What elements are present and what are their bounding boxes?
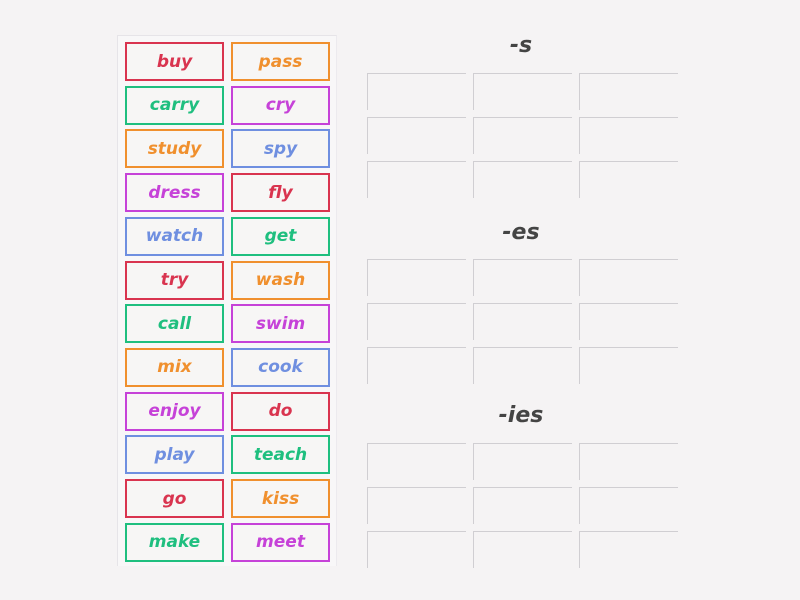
drop-slot[interactable] xyxy=(367,259,466,296)
drop-slot[interactable] xyxy=(473,443,572,480)
word-tile-carry[interactable]: carry xyxy=(125,85,224,125)
word-tile-watch[interactable]: watch xyxy=(125,216,224,256)
drop-slot[interactable] xyxy=(579,117,678,154)
drop-slot[interactable] xyxy=(473,487,572,524)
drop-slot[interactable] xyxy=(579,347,678,384)
drop-slot[interactable] xyxy=(473,161,572,198)
drop-slot[interactable] xyxy=(473,347,572,384)
drop-slot[interactable] xyxy=(579,259,678,296)
word-tile-try[interactable]: try xyxy=(125,260,224,300)
drop-slot[interactable] xyxy=(579,303,678,340)
drop-slot[interactable] xyxy=(367,443,466,480)
group-title: -ies xyxy=(498,403,544,428)
word-tile-buy[interactable]: buy xyxy=(125,42,224,81)
word-tile-cry[interactable]: cry xyxy=(231,85,330,125)
word-tile-spy[interactable]: spy xyxy=(231,129,330,169)
drop-slot[interactable] xyxy=(367,73,466,110)
drop-slot[interactable] xyxy=(367,531,466,568)
drop-slot[interactable] xyxy=(367,487,466,524)
group-title: -s xyxy=(509,33,533,58)
word-tile-wash[interactable]: wash xyxy=(231,260,330,300)
word-tile-dress[interactable]: dress xyxy=(125,173,224,213)
drop-slot[interactable] xyxy=(473,303,572,340)
word-tile-meet[interactable]: meet xyxy=(231,522,330,562)
drop-slot[interactable] xyxy=(473,73,572,110)
word-tile-call[interactable]: call xyxy=(125,304,224,344)
word-tile-do[interactable]: do xyxy=(231,391,330,431)
word-tile-swim[interactable]: swim xyxy=(231,304,330,344)
word-tile-play[interactable]: play xyxy=(125,435,224,475)
drop-slot[interactable] xyxy=(367,347,466,384)
word-tile-cook[interactable]: cook xyxy=(231,347,330,387)
group-title: -es xyxy=(502,220,540,245)
word-tile-fly[interactable]: fly xyxy=(231,173,330,213)
drop-slot[interactable] xyxy=(473,117,572,154)
word-tile-mix[interactable]: mix xyxy=(125,347,224,387)
word-tile-study[interactable]: study xyxy=(125,129,224,169)
drop-slot[interactable] xyxy=(579,531,678,568)
word-tile-pass[interactable]: pass xyxy=(231,42,330,81)
word-tile-kiss[interactable]: kiss xyxy=(231,479,330,518)
drop-slot[interactable] xyxy=(367,117,466,154)
word-tile-make[interactable]: make xyxy=(125,522,224,562)
drop-slot[interactable] xyxy=(367,161,466,198)
word-tile-teach[interactable]: teach xyxy=(231,435,330,475)
drop-slot[interactable] xyxy=(579,443,678,480)
word-tile-go[interactable]: go xyxy=(125,479,224,518)
drop-slot[interactable] xyxy=(579,73,678,110)
drop-slot[interactable] xyxy=(473,531,572,568)
word-bank-panel: buy pass carry cry study spy dress fly watch get t… xyxy=(117,35,337,566)
word-tile-enjoy[interactable]: enjoy xyxy=(125,391,224,431)
drop-slot[interactable] xyxy=(367,303,466,340)
word-tile-get[interactable]: get xyxy=(231,216,330,256)
drop-slot[interactable] xyxy=(579,161,678,198)
drop-slot[interactable] xyxy=(579,487,678,524)
drop-slot[interactable] xyxy=(473,259,572,296)
